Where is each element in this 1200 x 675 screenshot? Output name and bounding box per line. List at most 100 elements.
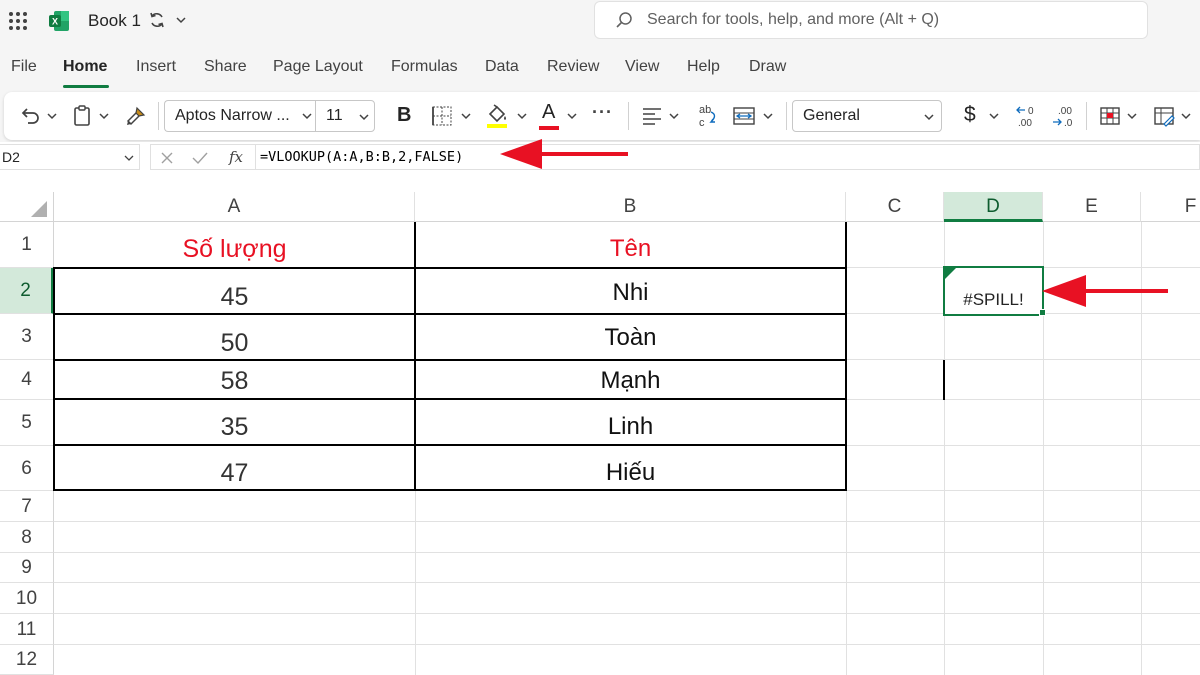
gridline — [54, 644, 1200, 645]
font-color-button[interactable]: A — [536, 92, 584, 140]
column-header-d[interactable]: D — [944, 192, 1043, 222]
tab-insert[interactable]: Insert — [136, 58, 176, 76]
undo-button[interactable] — [10, 92, 62, 140]
font-color-swatch — [539, 126, 559, 130]
currency-button[interactable]: $ — [960, 92, 1006, 140]
row-header-4[interactable]: 4 — [0, 360, 54, 400]
app-launcher-icon[interactable] — [8, 11, 28, 31]
column-header-b[interactable]: B — [415, 192, 846, 222]
search-box[interactable]: Search for tools, help, and more (Alt + … — [594, 1, 1148, 39]
cell-b2[interactable]: Nhi — [415, 279, 846, 307]
row-header-1[interactable]: 1 — [0, 222, 54, 268]
tab-help[interactable]: Help — [687, 58, 720, 76]
svg-text:0: 0 — [1028, 106, 1034, 117]
cell-a1[interactable]: Số lượng — [54, 235, 415, 264]
autosave-sync-icon[interactable] — [148, 11, 166, 29]
row-header-5[interactable]: 5 — [0, 400, 54, 446]
cell-a4[interactable]: 58 — [54, 367, 415, 396]
formula-input[interactable]: =VLOOKUP(A:A,B:B,2,FALSE) — [256, 144, 1200, 170]
name-box-value: D2 — [2, 149, 20, 165]
cancel-icon[interactable] — [159, 150, 175, 166]
decrease-decimal-button[interactable]: 0 .00 — [1012, 92, 1042, 140]
row-header-3[interactable]: 3 — [0, 314, 54, 360]
tab-page-layout[interactable]: Page Layout — [273, 58, 363, 76]
currency-symbol: $ — [964, 103, 976, 126]
annotation-arrow-icon — [1042, 275, 1168, 307]
chevron-down-icon — [1181, 113, 1191, 120]
wrap-text-button[interactable]: ab c — [694, 92, 724, 140]
cell-a6[interactable]: 47 — [54, 459, 415, 488]
paste-button[interactable] — [68, 92, 118, 140]
row-header-8[interactable]: 8 — [0, 522, 54, 553]
cell-d2-value: #SPILL! — [963, 290, 1024, 309]
error-indicator-icon[interactable] — [945, 268, 956, 279]
row-header-11[interactable]: 11 — [0, 614, 54, 645]
cell-b1[interactable]: Tên — [415, 235, 846, 263]
clipboard-icon — [74, 105, 90, 126]
more-options-button[interactable]: ··· — [592, 102, 613, 123]
row-header-6[interactable]: 6 — [0, 446, 54, 491]
chevron-down-icon[interactable] — [174, 13, 188, 27]
chevron-down-icon — [1127, 113, 1137, 120]
column-header-c[interactable]: C — [846, 192, 944, 222]
formula-controls: fx — [150, 144, 256, 170]
cell-b3[interactable]: Toàn — [415, 324, 846, 352]
cell-b4[interactable]: Mạnh — [415, 367, 846, 395]
align-button[interactable] — [638, 92, 686, 140]
search-placeholder: Search for tools, help, and more (Alt + … — [647, 11, 940, 28]
row-header-12[interactable]: 12 — [0, 645, 54, 675]
fill-bucket-icon — [487, 104, 507, 128]
row-header-2[interactable]: 2 — [0, 268, 54, 314]
svg-text:c: c — [699, 117, 705, 129]
font-size-dropdown[interactable]: 11 — [315, 100, 375, 132]
cell-b5[interactable]: Linh — [415, 413, 846, 441]
tab-draw[interactable]: Draw — [749, 58, 786, 76]
tab-view[interactable]: View — [625, 58, 659, 76]
cell-a3[interactable]: 50 — [54, 329, 415, 358]
fill-color-button[interactable] — [482, 92, 532, 140]
wrap-text-icon: ab c — [699, 104, 716, 129]
column-header-e[interactable]: E — [1043, 192, 1141, 222]
table-border — [53, 444, 847, 446]
align-left-icon — [643, 108, 661, 125]
column-header-f[interactable]: F — [1141, 192, 1200, 222]
cell-b6[interactable]: Hiếu — [415, 459, 846, 487]
number-format-value: General — [803, 107, 860, 124]
insert-function-button[interactable]: fx — [229, 148, 243, 166]
font-name-dropdown[interactable]: Aptos Narrow ... — [164, 100, 316, 132]
tab-data[interactable]: Data — [485, 58, 519, 76]
tab-home[interactable]: Home — [63, 58, 107, 76]
toolbar-separator — [786, 102, 787, 130]
cell-a5[interactable]: 35 — [54, 413, 415, 442]
tab-file[interactable]: File — [11, 58, 37, 76]
active-cell-d2[interactable]: #SPILL! — [943, 266, 1046, 316]
svg-text:.00: .00 — [1058, 106, 1072, 117]
gridline — [54, 582, 1200, 583]
tab-formulas[interactable]: Formulas — [391, 58, 458, 76]
chevron-down-icon[interactable] — [301, 110, 313, 122]
select-all-corner[interactable] — [0, 192, 54, 222]
row-header-7[interactable]: 7 — [0, 491, 54, 522]
svg-text:.00: .00 — [1018, 118, 1032, 129]
increase-decimal-button[interactable]: .00 .0 — [1048, 92, 1078, 140]
column-header-a[interactable]: A — [54, 192, 415, 222]
font-color-label: A — [542, 101, 556, 123]
conditional-formatting-button[interactable] — [1096, 92, 1144, 140]
format-as-table-button[interactable] — [1150, 92, 1200, 140]
chevron-down-icon — [359, 114, 369, 121]
chevron-down-icon — [763, 113, 773, 120]
format-painter-button[interactable] — [122, 92, 152, 140]
cell-a2[interactable]: 45 — [54, 283, 415, 312]
tab-share[interactable]: Share — [204, 58, 247, 76]
name-box[interactable]: D2 — [0, 144, 140, 170]
number-format-dropdown[interactable]: General — [792, 100, 942, 132]
row-header-10[interactable]: 10 — [0, 583, 54, 614]
confirm-icon[interactable] — [191, 150, 209, 166]
tab-review[interactable]: Review — [547, 58, 599, 76]
bold-button[interactable]: B — [397, 104, 411, 127]
borders-button[interactable] — [428, 92, 478, 140]
document-title[interactable]: Book 1 — [88, 11, 141, 31]
merge-button[interactable] — [730, 92, 780, 140]
row-header-9[interactable]: 9 — [0, 553, 54, 583]
undo-icon — [21, 108, 39, 124]
